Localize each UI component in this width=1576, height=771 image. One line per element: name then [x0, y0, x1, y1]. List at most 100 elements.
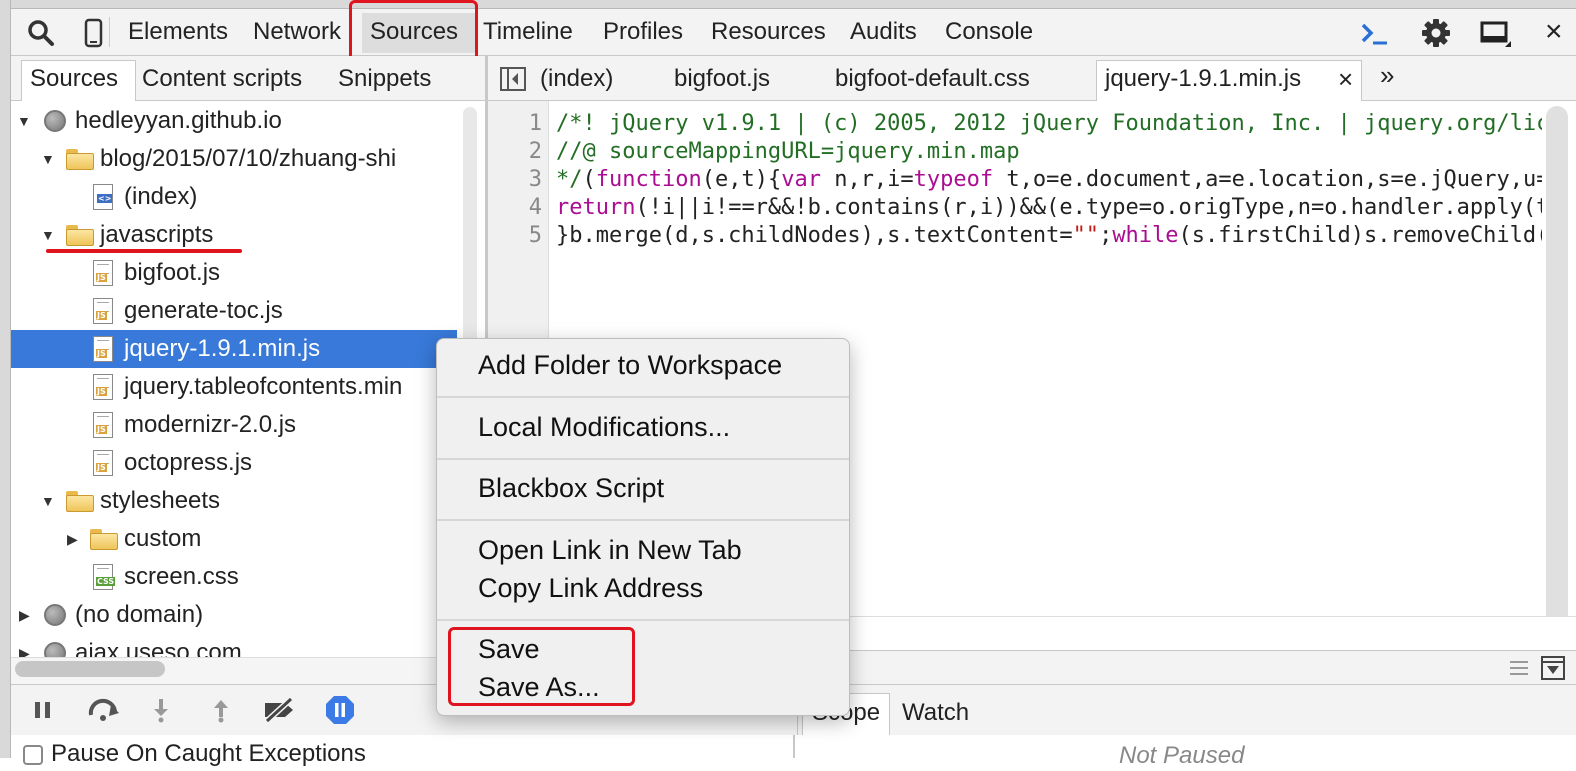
tree-item-label: stylesheets	[100, 487, 221, 514]
editor-tab-bigfoot-default-css[interactable]: bigfoot-default.css	[835, 58, 1030, 100]
tab-audits[interactable]: Audits	[850, 9, 917, 55]
line-number: 4	[528, 195, 542, 220]
dock-side-icon[interactable]	[1479, 17, 1511, 49]
not-paused-placeholder: Not Paused	[1119, 742, 1245, 769]
navigator-tabs: Sources Content scripts Snippets	[11, 56, 485, 101]
console-drawer-icon[interactable]	[1358, 17, 1390, 49]
line-number: 3	[528, 167, 542, 192]
debugger-content-row: Pause On Caught Exceptions Not Paused	[11, 735, 1576, 769]
tree-item-label: screen.css	[124, 563, 239, 590]
expand-triangle-icon[interactable]: ▼	[17, 102, 33, 140]
editor-vertical-scrollbar[interactable]	[1546, 106, 1568, 646]
tree-item-label: ajax.useso.com	[75, 639, 242, 657]
tree-item-label: bigfoot.js	[124, 259, 221, 286]
pause-on-exceptions-icon[interactable]	[325, 695, 355, 725]
tree-horizontal-scrollbar[interactable]	[15, 661, 165, 677]
menu-item-copy-link-address[interactable]: Copy Link Address	[478, 569, 703, 607]
pause-icon[interactable]	[29, 697, 57, 723]
expand-triangle-icon[interactable]: ▼	[41, 482, 57, 520]
collapse-triangle-icon[interactable]: ▶	[67, 520, 83, 558]
sidebar-tab-watch[interactable]: Watch	[902, 693, 969, 733]
navigator-tab-snippets[interactable]: Snippets	[338, 58, 431, 100]
tree-item-label: modernizr-2.0.js	[124, 411, 297, 438]
tab-profiles[interactable]: Profiles	[603, 9, 683, 55]
deactivate-breakpoints-icon[interactable]	[261, 697, 299, 723]
tree-item-label: octopress.js	[124, 449, 253, 476]
folder-icon	[90, 529, 118, 550]
menu-item-local-modifications[interactable]: Local Modifications...	[478, 408, 730, 446]
tab-console[interactable]: Console	[945, 9, 1033, 55]
tree-item-folder[interactable]: ▼ stylesheets	[11, 482, 457, 520]
sources-tab-annotation	[349, 0, 478, 63]
tree-item-label: hedleyyan.github.io	[75, 107, 282, 134]
tab-elements[interactable]: Elements	[128, 9, 228, 55]
menu-item-blackbox-script[interactable]: Blackbox Script	[478, 469, 664, 507]
editor-tab-index[interactable]: (index)	[540, 58, 613, 100]
tree-item-domain[interactable]: ▶ ajax.useso.com	[11, 634, 457, 657]
tree-item-file[interactable]: JS bigfoot.js	[11, 254, 457, 292]
code-line: }b.merge(d,s.childNodes),s.textContent="…	[556, 223, 1542, 248]
editor-tab-jquery[interactable]: jquery-1.9.1.min.js	[1105, 58, 1301, 100]
collapse-triangle-icon[interactable]: ▶	[19, 634, 35, 657]
js-file-icon: JS	[93, 412, 113, 438]
tree-item-file[interactable]: JS jquery.tableofcontents.min	[11, 368, 457, 406]
code-line: return(!i||i!==r&&!b.contains(r,i))&&(e.…	[556, 195, 1542, 220]
menu-separator	[437, 619, 849, 621]
tab-network[interactable]: Network	[253, 9, 341, 55]
javascripts-underline-annotation	[46, 249, 242, 253]
tree-item-folder[interactable]: ▶ custom	[11, 520, 457, 558]
tab-timeline[interactable]: Timeline	[483, 9, 573, 55]
step-out-icon[interactable]	[207, 697, 235, 723]
globe-icon	[44, 604, 66, 626]
menu-item-add-folder-to-workspace[interactable]: Add Folder to Workspace	[478, 346, 782, 384]
format-lines-icon[interactable]	[1508, 659, 1530, 677]
tree-item-folder[interactable]: ▼ blog/2015/07/10/zhuang-shi	[11, 140, 457, 178]
code-line: /*! jQuery v1.9.1 | (c) 2005, 2012 jQuer…	[556, 111, 1542, 136]
tab-resources[interactable]: Resources	[711, 9, 826, 55]
close-tab-icon[interactable]: ×	[1338, 58, 1353, 100]
tree-item-file[interactable]: JS octopress.js	[11, 444, 457, 482]
editor-tab-bigfoot-js[interactable]: bigfoot.js	[674, 58, 770, 100]
save-options-annotation	[448, 627, 635, 706]
devtools-toolbar: Elements Network Sources Timeline Profil…	[11, 0, 1576, 63]
folder-icon	[66, 491, 94, 512]
folder-icon	[66, 225, 94, 246]
search-icon[interactable]	[25, 17, 57, 49]
html-file-icon: <>	[93, 184, 113, 210]
pause-on-caught-checkbox[interactable]	[23, 745, 43, 765]
gear-icon[interactable]	[1420, 17, 1452, 49]
tree-item-domain[interactable]: ▼ hedleyyan.github.io	[11, 102, 457, 140]
menu-item-open-link-in-new-tab[interactable]: Open Link in New Tab	[478, 531, 742, 569]
collapse-triangle-icon[interactable]: ▶	[19, 596, 35, 634]
menu-separator	[437, 458, 849, 460]
editor-tabs: (index) bigfoot.js bigfoot-default.css j…	[488, 56, 1576, 101]
menu-separator	[437, 519, 849, 521]
tree-item-file[interactable]: <> (index)	[11, 178, 457, 216]
tree-item-label: jquery.tableofcontents.min	[124, 373, 403, 400]
navigator-tab-sources[interactable]: Sources	[30, 58, 118, 100]
js-file-icon: JS	[93, 450, 113, 476]
tree-item-domain[interactable]: ▶ (no domain)	[11, 596, 457, 634]
debugger-sidebar-tabs: Scope Watch	[797, 684, 1576, 735]
window-frame-left	[0, 0, 11, 758]
step-over-icon[interactable]	[87, 697, 121, 723]
line-number: 5	[528, 223, 542, 248]
tree-item-file[interactable]: CSS screen.css	[11, 558, 457, 596]
expand-triangle-icon[interactable]: ▼	[41, 140, 57, 178]
navigator-tab-content-scripts[interactable]: Content scripts	[142, 58, 302, 100]
file-tree: ▼ hedleyyan.github.io ▼ blog/2015/07/10/…	[11, 101, 485, 657]
tree-item-file[interactable]: JS modernizr-2.0.js	[11, 406, 457, 444]
window-frame-top	[0, 0, 1576, 9]
toggle-debugger-sidebar-icon[interactable]	[1540, 655, 1566, 681]
tree-item-label: generate-toc.js	[124, 297, 283, 324]
tree-item-file[interactable]: JS generate-toc.js	[11, 292, 457, 330]
css-file-icon: CSS	[93, 564, 116, 590]
toggle-navigator-icon[interactable]	[500, 67, 526, 91]
line-number: 1	[528, 111, 542, 136]
tab-overflow-icon[interactable]: »	[1380, 54, 1394, 96]
close-icon[interactable]: ×	[1545, 9, 1563, 55]
globe-icon	[44, 110, 66, 132]
device-mode-icon[interactable]	[77, 17, 109, 49]
tree-item-file-selected[interactable]: JS jquery-1.9.1.min.js	[11, 330, 457, 368]
step-into-icon[interactable]	[147, 697, 175, 723]
